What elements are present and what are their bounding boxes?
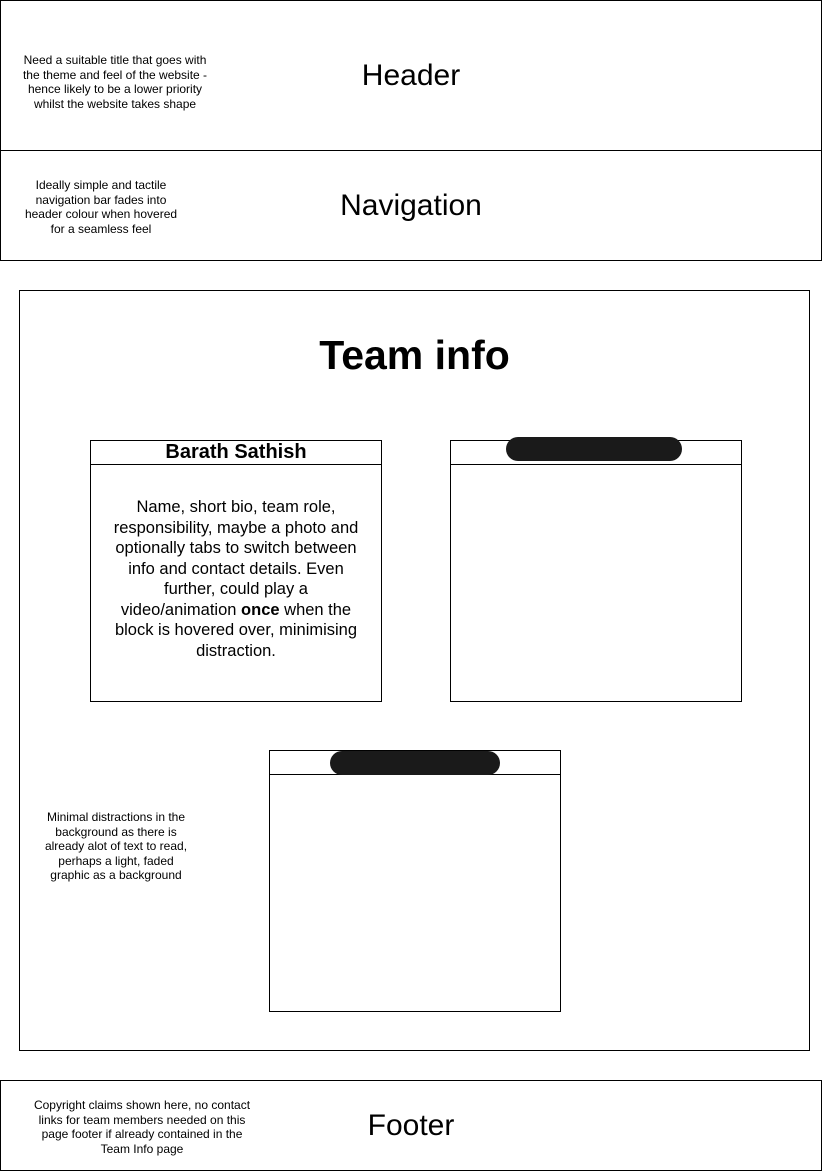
page-title: Team info [319,332,510,378]
header-block: Need a suitable title that goes with the… [0,0,822,151]
description-emphasis: once [241,600,280,619]
footer-label: Footer [367,1109,455,1142]
redacted-name [506,437,682,461]
team-member-card[interactable] [269,750,561,1012]
footer-block: Copyright claims shown here, no contact … [0,1080,822,1171]
header-label: Header [361,59,461,92]
team-member-description: Name, short bio, team role, responsibili… [105,497,367,661]
redacted-name [330,751,500,775]
navigation-label: Navigation [340,189,482,222]
team-info-section: Team info Barath Sathish Name, short bio… [19,290,810,1051]
background-note: Minimal distractions in the background a… [44,810,188,882]
team-member-name: Barath Sathish [91,441,381,465]
navigation-note: Ideally simple and tactile navigation ba… [24,178,178,236]
team-member-card[interactable] [450,437,742,702]
navigation-block: Ideally simple and tactile navigation ba… [0,150,822,261]
footer-note: Copyright claims shown here, no contact … [33,1098,251,1156]
team-member-card[interactable]: Barath Sathish Name, short bio, team rol… [90,440,382,702]
header-note: Need a suitable title that goes with the… [22,53,208,111]
